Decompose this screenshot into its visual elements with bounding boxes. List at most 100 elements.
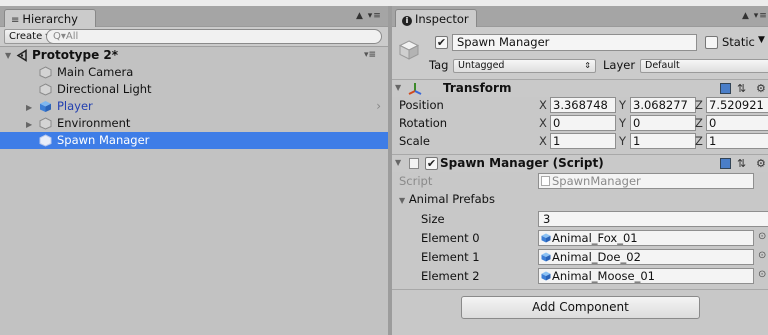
hierarchy-item-label: Spawn Manager bbox=[57, 133, 150, 147]
hierarchy-item-player[interactable]: ▶ Player › bbox=[0, 98, 388, 115]
transform-row-label: Position bbox=[399, 98, 444, 112]
transform-x-field[interactable]: 0 bbox=[550, 115, 616, 131]
prefab-name: Animal_Fox_01 bbox=[552, 231, 638, 245]
hierarchy-item-spawn-manager[interactable]: Spawn Manager bbox=[0, 132, 388, 149]
axis-x-label: X bbox=[539, 116, 547, 130]
prefab-reference-field[interactable]: Animal_Fox_01 bbox=[538, 230, 754, 246]
object-picker-icon[interactable]: ⊙ bbox=[758, 231, 766, 242]
preset-sliders-icon[interactable]: ⇅ bbox=[737, 157, 746, 170]
script-file-icon bbox=[409, 158, 419, 169]
inspector-tabbar: i Inspector ▲ ▾≡ bbox=[392, 6, 768, 28]
layer-value: Default bbox=[645, 60, 680, 71]
animal-prefabs-foldout[interactable]: ▼ Animal Prefabs bbox=[399, 192, 495, 206]
transform-z-field[interactable]: 7.520921 bbox=[706, 97, 768, 113]
collapse-arrow-icon[interactable]: ▶ bbox=[26, 99, 32, 116]
list-icon: ≡ bbox=[11, 15, 20, 26]
prefab-cube-icon bbox=[541, 233, 551, 243]
active-checkbox[interactable]: ✔ bbox=[435, 36, 448, 49]
element-label: Element 2 bbox=[421, 269, 480, 283]
hierarchy-item-environment[interactable]: ▶ Environment bbox=[0, 115, 388, 132]
hierarchy-panel: ≡ Hierarchy ▲ ▾≡ Create ▾ Q▾All ▼ Prototy… bbox=[0, 6, 388, 335]
layer-dropdown[interactable]: Default⇕ bbox=[640, 59, 768, 73]
gameobject-cube-icon bbox=[398, 40, 420, 60]
fold-arrow-icon[interactable]: ▼ bbox=[395, 158, 401, 167]
static-dropdown-caret-icon[interactable]: ▼ bbox=[758, 35, 765, 45]
expand-arrow-icon[interactable]: ▼ bbox=[5, 47, 11, 64]
size-field[interactable]: 3 bbox=[538, 211, 768, 227]
help-book-icon[interactable] bbox=[720, 83, 731, 94]
hierarchy-item-label: Main Camera bbox=[57, 65, 134, 79]
hierarchy-toolbar: Create ▾ Q▾All bbox=[0, 27, 388, 47]
preset-sliders-icon[interactable]: ⇅ bbox=[737, 82, 746, 95]
transform-y-field[interactable]: 1 bbox=[630, 133, 696, 149]
prefab-cube-icon bbox=[40, 101, 51, 112]
prefab-name: Animal_Moose_01 bbox=[552, 269, 655, 283]
axis-z-label: Z bbox=[695, 116, 703, 130]
hierarchy-lock-menu-icon[interactable]: ▲ ▾≡ bbox=[356, 11, 382, 21]
open-prefab-chevron-icon[interactable]: › bbox=[376, 98, 381, 115]
info-icon: i bbox=[402, 16, 412, 26]
transform-title: Transform bbox=[443, 81, 512, 95]
transform-x-field[interactable]: 1 bbox=[550, 133, 616, 149]
transform-y-field[interactable]: 3.068277 bbox=[630, 97, 696, 113]
inspector-panel: i Inspector ▲ ▾≡ ✔ Spawn Manager Static ▼… bbox=[392, 6, 768, 335]
object-picker-icon[interactable]: ⊙ bbox=[758, 269, 766, 280]
component-enabled-checkbox[interactable]: ✔ bbox=[425, 157, 438, 170]
prefab-reference-field[interactable]: Animal_Doe_02 bbox=[538, 249, 754, 265]
divider bbox=[392, 289, 768, 290]
transform-row-label: Rotation bbox=[399, 116, 448, 130]
fold-arrow-icon[interactable]: ▼ bbox=[395, 83, 401, 92]
axis-z-label: Z bbox=[695, 98, 703, 112]
axis-x-label: X bbox=[539, 134, 547, 148]
settings-gear-icon[interactable]: ⚙ bbox=[756, 157, 766, 170]
hierarchy-search-input[interactable]: Q▾All bbox=[46, 29, 382, 44]
tag-label: Tag bbox=[429, 58, 449, 72]
element-label: Element 1 bbox=[421, 250, 480, 264]
hierarchy-item-main-camera[interactable]: Main Camera bbox=[0, 64, 388, 81]
gameobject-cube-icon bbox=[39, 117, 52, 130]
add-component-button[interactable]: Add Component bbox=[461, 296, 700, 319]
settings-gear-icon[interactable]: ⚙ bbox=[756, 82, 766, 95]
gameobject-cube-icon bbox=[39, 66, 52, 79]
hierarchy-item-label: Player bbox=[57, 99, 93, 113]
prefab-cube-icon bbox=[541, 271, 551, 281]
scene-row[interactable]: ▼ Prototype 2* ▾≡ bbox=[0, 47, 388, 64]
inspector-lock-menu-icon[interactable]: ▲ ▾≡ bbox=[742, 11, 768, 21]
fold-arrow-icon: ▼ bbox=[399, 196, 406, 205]
help-book-icon[interactable] bbox=[720, 158, 731, 169]
hierarchy-tabbar: ≡ Hierarchy ▲ ▾≡ bbox=[0, 6, 388, 28]
script-file-icon bbox=[541, 176, 550, 186]
hierarchy-item-label: Directional Light bbox=[57, 82, 152, 96]
script-reference-field: SpawnManager ⊙ bbox=[538, 173, 754, 189]
tab-inspector[interactable]: i Inspector bbox=[395, 9, 477, 28]
hierarchy-item-directional-light[interactable]: Directional Light bbox=[0, 81, 388, 98]
axis-y-label: Y bbox=[619, 116, 627, 130]
axis-x-label: X bbox=[539, 98, 547, 112]
script-value: SpawnManager bbox=[552, 174, 641, 188]
static-checkbox[interactable] bbox=[705, 36, 718, 49]
transform-header[interactable]: ▼ Transform ⇅ ⚙ bbox=[392, 79, 768, 97]
tab-hierarchy[interactable]: ≡ Hierarchy bbox=[4, 9, 96, 28]
transform-row-label: Scale bbox=[399, 134, 430, 148]
size-label: Size bbox=[421, 212, 445, 226]
tab-hierarchy-label: Hierarchy bbox=[22, 12, 78, 26]
transform-y-field[interactable]: 0 bbox=[630, 115, 696, 131]
axis-y-label: Y bbox=[619, 134, 627, 148]
gameobject-cube-icon bbox=[39, 83, 52, 96]
transform-z-field[interactable]: 1 bbox=[706, 133, 768, 149]
object-name-field[interactable]: Spawn Manager bbox=[452, 34, 697, 51]
script-label: Script bbox=[399, 174, 433, 188]
layer-label: Layer bbox=[603, 58, 636, 72]
tab-inspector-label: Inspector bbox=[415, 12, 469, 26]
tag-dropdown[interactable]: Untagged ⇕ bbox=[453, 59, 596, 73]
scene-menu-icon[interactable]: ▾≡ bbox=[364, 47, 376, 64]
script-component-header[interactable]: ▼ ✔ Spawn Manager (Script) ⇅ ⚙ bbox=[392, 154, 768, 172]
prefab-reference-field[interactable]: Animal_Moose_01 bbox=[538, 268, 754, 284]
collapse-arrow-icon[interactable]: ▶ bbox=[26, 116, 32, 133]
prefab-name: Animal_Doe_02 bbox=[552, 250, 641, 264]
object-picker-icon[interactable]: ⊙ bbox=[758, 250, 766, 261]
dropdown-caret-icon: ⇕ bbox=[584, 61, 591, 70]
transform-x-field[interactable]: 3.368748 bbox=[550, 97, 616, 113]
transform-z-field[interactable]: 0 bbox=[706, 115, 768, 131]
unity-scene-icon bbox=[16, 49, 27, 62]
